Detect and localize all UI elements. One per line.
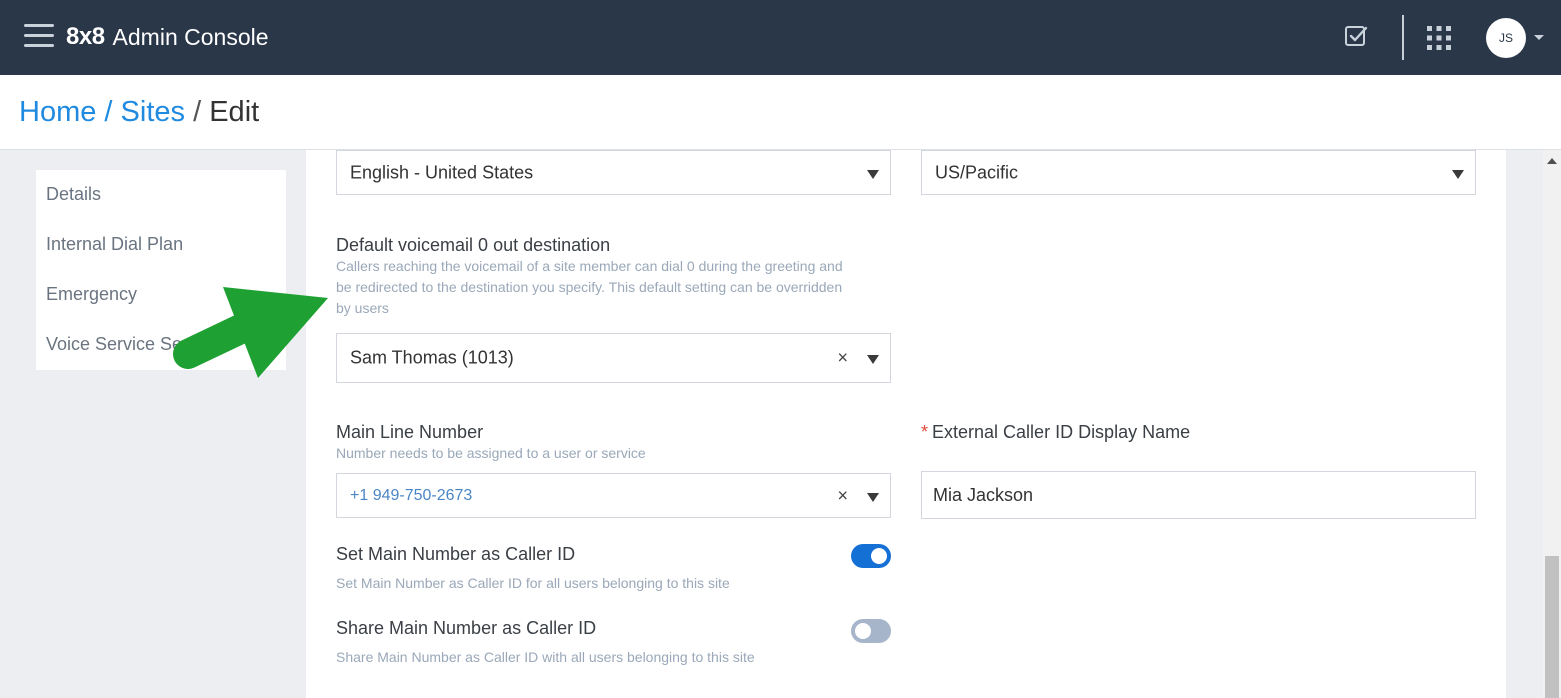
set-main-number-toggle[interactable] <box>851 544 891 568</box>
toggle-knob <box>855 623 871 639</box>
caret-down-icon <box>867 355 879 364</box>
voicemail-label: Default voicemail 0 out destination <box>336 235 611 255</box>
caret-down-icon[interactable] <box>1534 35 1544 40</box>
timezone-value: US/Pacific <box>935 162 1019 182</box>
toggle-knob <box>871 548 887 564</box>
clear-icon[interactable]: × <box>837 485 848 506</box>
menu-icon[interactable] <box>24 24 54 48</box>
breadcrumb-separator: / <box>193 96 202 128</box>
language-value: English - United States <box>350 162 534 182</box>
share-main-number-help: Share Main Number as Caller ID with all … <box>336 649 755 665</box>
caller-id-name-input[interactable] <box>921 471 1476 519</box>
breadcrumb: Home / Sites / Edit <box>19 94 259 130</box>
sidenav-item-voice-service-settings[interactable]: Voice Service Se <box>46 334 276 355</box>
voicemail-destination-value: Sam Thomas (1013) <box>350 347 514 368</box>
form-panel <box>306 150 1506 698</box>
sidenav-item-emergency[interactable]: Emergency <box>46 284 276 305</box>
voicemail-help-line-2: be redirected to the destination you spe… <box>336 279 843 295</box>
voicemail-help-line-1: Callers reaching the voicemail of a site… <box>336 258 843 274</box>
timezone-select[interactable]: US/Pacific <box>921 150 1476 195</box>
clear-icon[interactable]: × <box>837 348 848 369</box>
caller-id-name-label-text: External Caller ID Display Name <box>932 422 1191 442</box>
caret-down-icon <box>867 492 879 502</box>
breadcrumb-sites[interactable]: Sites <box>121 96 185 128</box>
share-main-number-label: Share Main Number as Caller ID <box>336 618 597 638</box>
breadcrumb-current: Edit <box>209 96 260 128</box>
caret-down-icon <box>867 169 879 179</box>
main-line-select[interactable]: +1 949-750-2673 × <box>336 473 891 518</box>
caret-down-icon <box>1452 169 1464 179</box>
set-main-number-label: Set Main Number as Caller ID <box>336 544 576 564</box>
app-title: Admin Console <box>112 23 269 50</box>
sidenav-item-details[interactable]: Details <box>46 184 276 205</box>
main-line-label: Main Line Number <box>336 422 484 442</box>
caller-id-name-label: * External Caller ID Display Name <box>921 422 1190 443</box>
sidenav-item-internal-dial-plan[interactable]: Internal Dial Plan <box>46 234 276 255</box>
brand[interactable]: 8x8 Admin Console <box>66 20 269 54</box>
side-nav: Details Internal Dial Plan Emergency Voi… <box>36 170 286 370</box>
voicemail-help-line-3: by users <box>336 300 389 316</box>
set-main-number-help: Set Main Number as Caller ID for all use… <box>336 575 730 591</box>
user-avatar[interactable]: JS <box>1486 18 1526 58</box>
breadcrumb-separator: / <box>104 96 113 128</box>
main-line-value: +1 949-750-2673 <box>350 486 473 504</box>
tasks-icon[interactable] <box>1344 24 1368 48</box>
breadcrumb-home[interactable]: Home <box>19 96 96 128</box>
main-line-help: Number needs to be assigned to a user or… <box>336 445 646 461</box>
share-main-number-toggle[interactable] <box>851 619 891 643</box>
toolbar-divider <box>1402 15 1404 60</box>
voicemail-destination-select[interactable]: Sam Thomas (1013) × <box>336 333 891 383</box>
scroll-up-arrow-icon[interactable] <box>1547 158 1557 164</box>
brand-logo: 8x8 <box>66 23 105 50</box>
scrollbar-thumb[interactable] <box>1545 556 1559 698</box>
language-select[interactable]: English - United States <box>336 150 891 195</box>
required-marker: * <box>921 422 929 442</box>
apps-grid-icon[interactable] <box>1426 25 1452 51</box>
